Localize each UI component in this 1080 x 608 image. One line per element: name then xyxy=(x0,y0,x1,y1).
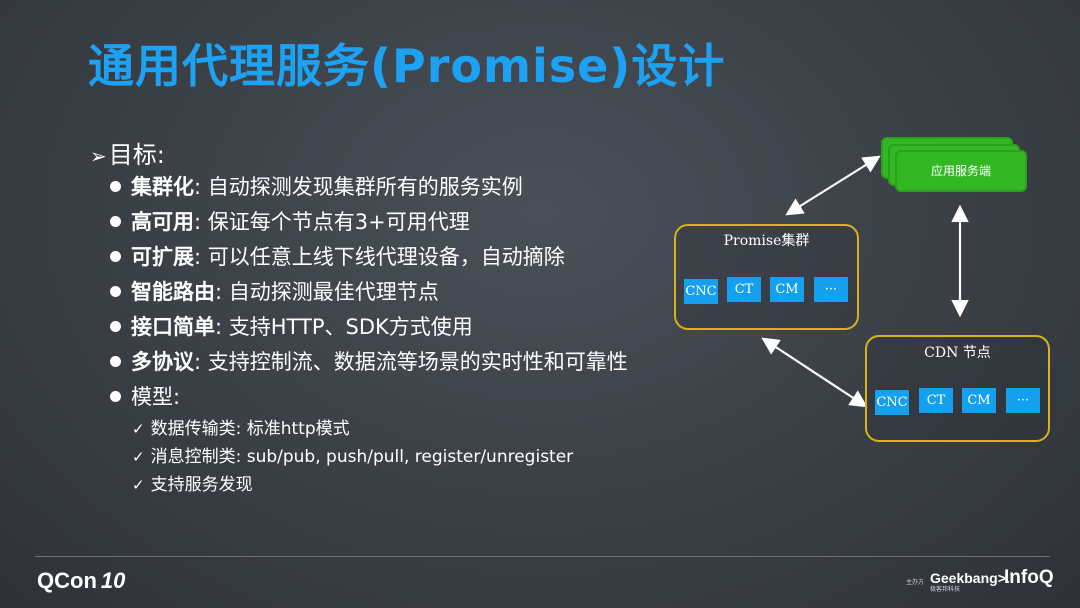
qcon-logo-text: QCon xyxy=(37,568,97,593)
cdn-chip-more: ··· xyxy=(1006,388,1040,413)
arrow-promise-to-cdn xyxy=(761,337,868,408)
bullet-item: 智能路由: 自动探测最佳代理节点 xyxy=(110,277,628,312)
promise-chip-cm: CM xyxy=(770,277,804,302)
bullet-dot-icon xyxy=(110,320,121,332)
footer-divider xyxy=(35,556,1050,557)
goal-bullet-list: 集群化: 自动探测发现集群所有的服务实例 高可用: 保证每个节点有3+可用代理 … xyxy=(110,172,628,417)
check-icon: ✓ xyxy=(132,448,145,466)
bullet-dot-icon xyxy=(110,250,121,262)
cdn-chip-cnc: CNC xyxy=(875,390,909,415)
bullet-item: 高可用: 保证每个节点有3+可用代理 xyxy=(110,207,628,242)
bullet-dot-icon xyxy=(110,285,121,297)
bullet-dot-icon xyxy=(110,215,121,227)
check-icon: ✓ xyxy=(132,476,145,494)
bullet-text: : 自动探测最佳代理节点 xyxy=(215,280,439,304)
sub-item: ✓ 数据传输类: 标准http模式 xyxy=(132,416,573,444)
bullet-keyword: 智能路由 xyxy=(131,280,215,304)
promise-cluster-label: Promise集群 xyxy=(723,233,810,249)
bullet-item: 模型: xyxy=(110,382,628,417)
bullet-text: : 保证每个节点有3+可用代理 xyxy=(194,210,470,234)
bullet-text: : 自动探测发现集群所有的服务实例 xyxy=(194,175,523,199)
bullet-item: 接口简单: 支持HTTP、SDK方式使用 xyxy=(110,312,628,347)
bullet-item: 集群化: 自动探测发现集群所有的服务实例 xyxy=(110,172,628,207)
bullet-dot-icon xyxy=(110,390,121,402)
promise-cluster-box: Promise集群 CNC CT CM ··· xyxy=(674,224,859,330)
cdn-chip-cm: CM xyxy=(962,388,996,413)
model-sub-list: ✓ 数据传输类: 标准http模式 ✓ 消息控制类: sub/pub, push/p… xyxy=(132,416,573,500)
cdn-chip-ct: CT xyxy=(919,388,953,413)
bullet-keyword: 高可用 xyxy=(131,210,194,234)
promise-chip-more: ··· xyxy=(814,277,848,302)
qcon-logo: QCon 10 xyxy=(37,568,125,594)
bullet-keyword: 接口简单 xyxy=(131,315,215,339)
sub-item-text: 数据传输类: 标准http模式 xyxy=(150,419,350,439)
goal-heading: ➢目标: xyxy=(90,135,165,170)
sub-item-text: 消息控制类: sub/pub, push/pull, register/unre… xyxy=(150,447,574,467)
bullet-text: : 可以任意上线下线代理设备，自动摘除 xyxy=(194,245,565,269)
cdn-node-label: CDN 节点 xyxy=(924,345,991,361)
goal-label: 目标: xyxy=(108,141,165,169)
sponsor-label: 主办方 xyxy=(906,579,925,586)
geekbang-logo: Geekbang>. 极客邦科技 xyxy=(930,570,1010,593)
sub-item: ✓ 支持服务发现 xyxy=(132,472,573,500)
sub-item-text: 支持服务发现 xyxy=(150,475,253,495)
arrow-app-to-promise xyxy=(785,155,881,216)
bullet-keyword: 集群化 xyxy=(131,175,194,199)
promise-chip-ct: CT xyxy=(727,277,761,302)
bullet-text: : 支持HTTP、SDK方式使用 xyxy=(215,315,473,339)
app-server-node: 应用服务端 xyxy=(895,150,1027,192)
bullet-text: 模型: xyxy=(131,385,181,409)
check-icon: ✓ xyxy=(132,420,145,438)
arrow-bullet-icon: ➢ xyxy=(90,144,107,168)
bullet-keyword: 可扩展 xyxy=(131,245,194,269)
sub-item: ✓ 消息控制类: sub/pub, push/pull, register/unr… xyxy=(132,444,573,472)
bullet-dot-icon xyxy=(110,355,121,367)
qcon-edition: 10 xyxy=(100,568,126,593)
promise-chip-cnc: CNC xyxy=(684,279,718,304)
slide-title: 通用代理服务(Promise)设计 xyxy=(88,39,726,93)
bullet-keyword: 多协议 xyxy=(131,350,194,374)
bullet-item: 多协议: 支持控制流、数据流等场景的实时性和可靠性 xyxy=(110,347,628,382)
bullet-item: 可扩展: 可以任意上线下线代理设备，自动摘除 xyxy=(110,242,628,277)
bullet-text: : 支持控制流、数据流等场景的实时性和可靠性 xyxy=(194,350,628,374)
cdn-node-box: CDN 节点 CNC CT CM ··· xyxy=(865,335,1050,442)
bullet-dot-icon xyxy=(110,180,121,192)
infoq-logo: InfoQ xyxy=(1004,567,1054,588)
